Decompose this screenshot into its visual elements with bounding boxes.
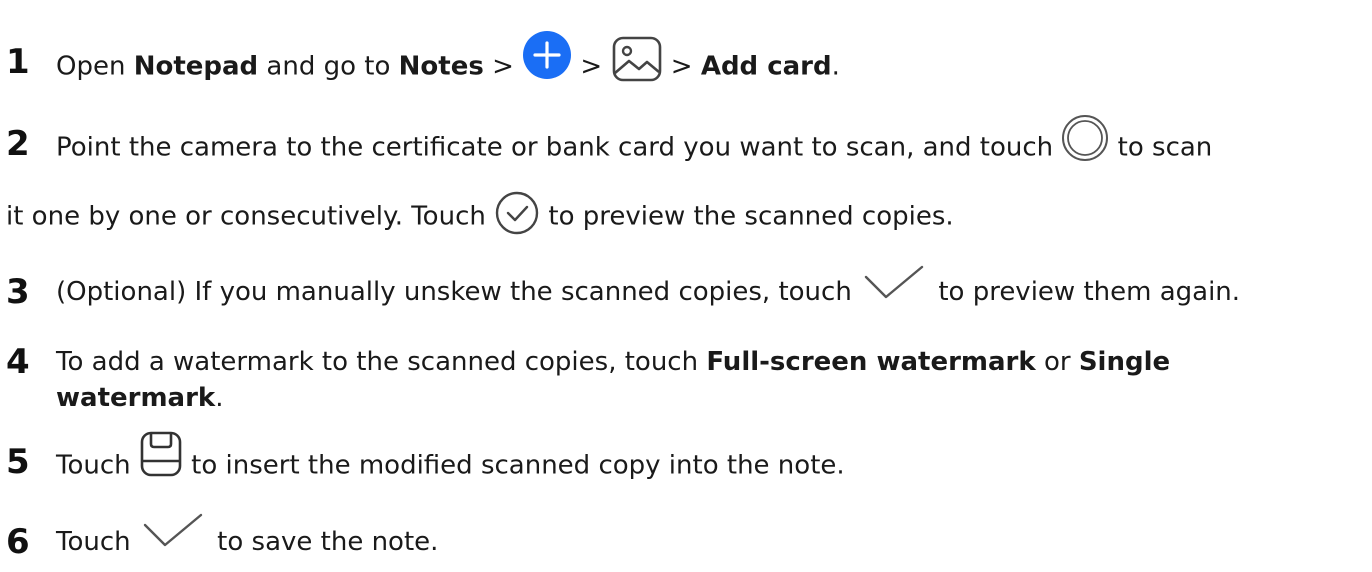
check-icon [139,511,209,551]
save-icon [139,430,183,478]
image-icon [611,35,663,83]
step-text: Open Notepad and go to Notes > > > Add c… [56,31,840,92]
step-text: (Optional) If you manually unskew the sc… [56,265,1240,313]
step-text: Touch to save the note. [56,513,438,563]
step-number: 6 [6,522,30,562]
step-text-continued: it one by one or consecutively. Touch to… [6,191,954,240]
step-number: 2 [6,124,30,164]
step-text: Touch to insert the modified scanned cop… [56,431,845,490]
step-number: 5 [6,442,30,482]
check-icon [860,263,930,303]
app-name: Notepad [133,51,259,82]
shutter-icon [1061,114,1109,162]
step-number: 4 [6,342,30,382]
step-number: 1 [6,42,30,82]
step-text: Point the camera to the certificate or b… [56,115,1212,172]
add-circle-icon [522,30,572,80]
step-text-continued: watermark. [56,383,224,413]
step-number: 3 [6,272,30,312]
check-circle-icon [494,190,540,236]
step-text: To add a watermark to the scanned copies… [56,347,1171,377]
